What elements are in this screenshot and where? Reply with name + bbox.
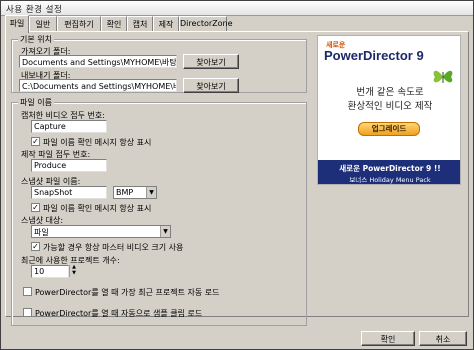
snapshot-name-field[interactable]: SnapShot <box>31 186 107 199</box>
capture-prefix-field[interactable]: Capture <box>31 120 107 133</box>
promo-product: PowerDirector 9 <box>324 48 424 63</box>
capture-confirm-label: 파일 이름 확인 메시지 항상 표시 <box>43 138 152 147</box>
master-size-checkbox[interactable]: ✓ <box>31 242 40 251</box>
snapshot-confirm-label: 파일 이름 확인 메시지 항상 표시 <box>43 204 152 213</box>
default-location-title: 기본 위치 <box>18 34 54 45</box>
produce-prefix-field[interactable]: Produce <box>31 159 107 172</box>
upgrade-button[interactable]: 업그레이드 <box>358 122 420 136</box>
spin-down-icon[interactable]: ▼ <box>69 271 78 277</box>
snapshot-target-value: 파일 <box>34 228 49 237</box>
preferences-window: 사용 환경 설정 파일 일반 편집하기 확인 캡처 제작 DirectorZon… <box>0 0 474 350</box>
promo-banner[interactable]: 새로운 PowerDirector 9 번개 같은 속도로 환상적인 비디오 제… <box>317 35 461 185</box>
chevron-down-icon[interactable]: ▼ <box>146 187 156 198</box>
tab-capture[interactable]: 캡처 <box>127 16 153 32</box>
master-size-label: 가능할 경우 항상 마스터 비디오 크기 사용 <box>43 243 184 252</box>
tab-general[interactable]: 일반 <box>29 16 57 32</box>
export-folder-field[interactable]: C:\Documents and Settings\MYHOME\바탕 화 <box>19 79 177 92</box>
tab-confirm[interactable]: 확인 <box>101 16 127 32</box>
export-browse-button[interactable]: 찾아보기 <box>183 78 239 93</box>
window-title: 사용 환경 설정 <box>6 5 63 15</box>
autoload-recent-checkbox[interactable] <box>23 287 32 296</box>
cancel-button[interactable]: 취소 <box>419 331 467 346</box>
tab-file[interactable]: 파일 <box>5 15 29 33</box>
tab-directorzone[interactable]: DirectorZone <box>179 16 233 32</box>
capture-confirm-checkbox[interactable]: ✓ <box>31 137 40 146</box>
tab-editing[interactable]: 편집하기 <box>57 16 101 32</box>
filename-group-title: 파일 이름 <box>18 97 54 108</box>
recent-projects-field[interactable]: 10 <box>31 265 69 278</box>
chevron-down-icon[interactable]: ▼ <box>160 226 170 237</box>
sample-clip-checkbox[interactable] <box>23 308 32 317</box>
snapshot-format-select[interactable]: BMP ▼ <box>113 186 157 199</box>
import-browse-button[interactable]: 찾아보기 <box>183 54 239 69</box>
promo-footer: 새로운 PowerDirector 9 !! 보너스 Holiday Menu … <box>318 160 460 184</box>
tab-produce[interactable]: 제작 <box>153 16 179 32</box>
title-bar: 사용 환경 설정 <box>1 1 473 16</box>
promo-line-2: 환상적인 비디오 제작 <box>347 101 433 112</box>
snapshot-format-value: BMP <box>116 188 134 197</box>
promo-footer-title: 새로운 PowerDirector 9 !! <box>339 164 441 173</box>
snapshot-confirm-checkbox[interactable]: ✓ <box>31 203 40 212</box>
recent-projects-value: 10 <box>34 267 45 276</box>
autoload-recent-label: PowerDirector를 열 때 가장 최근 프로젝트 자동 로드 <box>35 288 220 297</box>
promo-line-1: 번개 같은 속도로 <box>356 87 424 98</box>
sample-clip-label: PowerDirector를 열 때 자동으로 샘플 클립 로드 <box>35 309 203 318</box>
snapshot-target-select[interactable]: 파일 ▼ <box>31 225 171 238</box>
import-folder-field[interactable]: Documents and Settings\MYHOME\바탕 화면\ <box>19 55 177 68</box>
ok-button[interactable]: 확인 <box>361 331 415 346</box>
promo-footer-subtitle: 보너스 Holiday Menu Pack <box>349 176 431 184</box>
